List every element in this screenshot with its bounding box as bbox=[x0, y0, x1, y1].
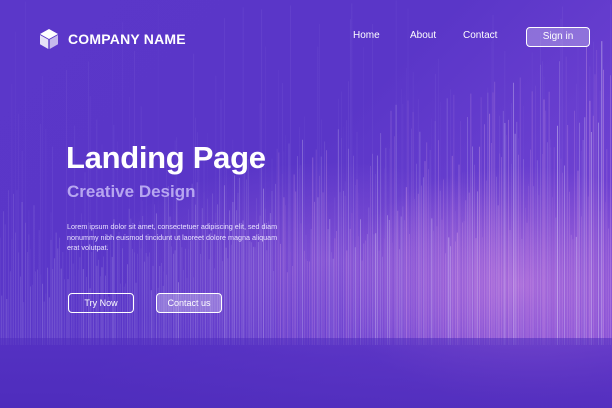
hero-description: Lorem ipsum dolor sit amet, consectetuer… bbox=[67, 222, 278, 252]
cube-icon bbox=[40, 29, 58, 49]
nav-home-link[interactable]: Home bbox=[353, 30, 380, 46]
vertical-lines-background bbox=[0, 0, 611, 345]
page-title: Landing Page bbox=[66, 140, 266, 175]
page-subtitle: Creative Design bbox=[67, 182, 196, 201]
nav-contact-link[interactable]: Contact bbox=[463, 30, 497, 46]
try-now-button[interactable]: Try Now bbox=[68, 293, 134, 313]
brand-logo[interactable]: COMPANY NAME bbox=[38, 27, 186, 51]
landing-page: COMPANY NAME Home About Contact Sign in … bbox=[0, 0, 612, 408]
contact-us-button[interactable]: Contact us bbox=[156, 293, 222, 313]
sign-in-button[interactable]: Sign in bbox=[526, 27, 590, 47]
nav-about-link[interactable]: About bbox=[410, 30, 436, 46]
brand-name: COMPANY NAME bbox=[68, 31, 186, 47]
